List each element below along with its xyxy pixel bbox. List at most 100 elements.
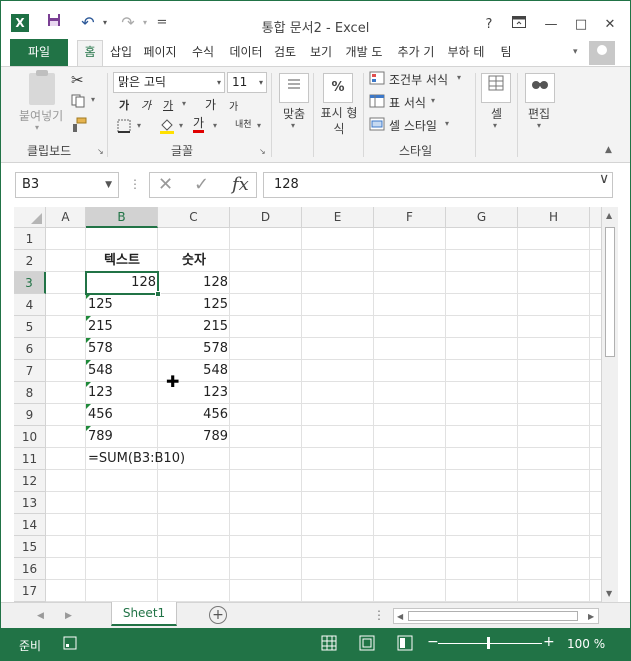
vertical-scroll-thumb[interactable] — [605, 227, 615, 357]
column-header[interactable]: A — [46, 207, 86, 228]
worksheet-grid[interactable]: A B C D E F G H 1 2 3 4 5 6 7 8 9 10 11 12 13 14 15 16 1… — [14, 207, 601, 602]
grid-cell[interactable] — [302, 294, 374, 316]
grid-cell[interactable] — [518, 250, 590, 272]
grid-cell[interactable] — [446, 514, 518, 536]
enter-icon[interactable]: ✓ — [194, 174, 209, 195]
grid-cell[interactable] — [518, 228, 590, 250]
grid-cell[interactable] — [230, 580, 302, 602]
tab-load-test[interactable]: 부하 테 — [443, 41, 489, 66]
tab-home[interactable]: 홈 — [77, 40, 103, 66]
column-header[interactable]: H — [518, 207, 590, 228]
zoom-out-button[interactable]: − — [427, 634, 439, 650]
grid-cell[interactable] — [158, 492, 230, 514]
grid-cell[interactable] — [46, 316, 86, 338]
grid-cell[interactable] — [446, 316, 518, 338]
grid-cell[interactable] — [46, 382, 86, 404]
scroll-up-icon[interactable]: ▲ — [606, 211, 612, 220]
grid-cell[interactable] — [446, 470, 518, 492]
grid-cell[interactable] — [302, 536, 374, 558]
grid-cell[interactable] — [46, 426, 86, 448]
grid-cell[interactable] — [518, 536, 590, 558]
maximize-button[interactable]: □ — [569, 15, 593, 35]
grow-font-button[interactable]: 가 — [205, 96, 216, 113]
cell-c10[interactable]: 789 — [158, 426, 230, 448]
grid-cell[interactable] — [46, 448, 86, 470]
grid-cell[interactable] — [302, 272, 374, 294]
column-header[interactable] — [590, 207, 601, 228]
grid-cell[interactable] — [590, 580, 601, 602]
grid-cell[interactable] — [230, 536, 302, 558]
grid-cell[interactable] — [518, 382, 590, 404]
grid-cell[interactable] — [518, 514, 590, 536]
zoom-slider-thumb[interactable] — [487, 637, 490, 649]
normal-view-icon[interactable] — [321, 635, 337, 654]
grid-cell[interactable] — [374, 492, 446, 514]
grid-cell[interactable] — [446, 404, 518, 426]
insert-function-icon[interactable]: fx — [232, 174, 249, 195]
grid-cell[interactable] — [590, 536, 601, 558]
grid-cell[interactable] — [374, 294, 446, 316]
italic-button[interactable]: 가 — [141, 97, 151, 113]
grid-cell[interactable] — [590, 492, 601, 514]
zoom-level[interactable]: 100 % — [567, 637, 605, 651]
grid-cell[interactable] — [230, 514, 302, 536]
grid-cell[interactable] — [302, 360, 374, 382]
cell-b8[interactable]: 123 — [86, 382, 158, 404]
grid-cell[interactable] — [374, 448, 446, 470]
cell-styles-icon[interactable] — [369, 117, 385, 134]
clipboard-launcher-icon[interactable]: ↘ — [97, 147, 104, 156]
column-header[interactable]: D — [230, 207, 302, 228]
grid-cell[interactable] — [302, 250, 374, 272]
grid-cell[interactable] — [230, 558, 302, 580]
grid-cell[interactable] — [302, 448, 374, 470]
cell-b10[interactable]: 789 — [86, 426, 158, 448]
scroll-right-icon[interactable]: ▶ — [588, 612, 594, 621]
grid-cell[interactable] — [374, 250, 446, 272]
column-header[interactable]: C — [158, 207, 230, 228]
tab-data[interactable]: 데이터 — [225, 41, 267, 66]
grid-cell[interactable] — [446, 382, 518, 404]
editing-dropdown-icon[interactable]: ▾ — [537, 121, 541, 130]
grid-cell[interactable] — [518, 492, 590, 514]
cell-c9[interactable]: 456 — [158, 404, 230, 426]
page-layout-view-icon[interactable] — [359, 635, 375, 654]
grid-cell[interactable] — [230, 228, 302, 250]
collapse-ribbon-icon[interactable]: ▲ — [605, 145, 612, 155]
grid-cell[interactable] — [302, 228, 374, 250]
sheet-next-icon[interactable]: ▶ — [65, 611, 72, 621]
phonetic-dropdown-icon[interactable]: ▾ — [257, 121, 261, 130]
grid-cell[interactable] — [518, 272, 590, 294]
fill-color-icon[interactable] — [159, 117, 175, 138]
percent-icon[interactable]: % — [323, 73, 353, 103]
grid-cell[interactable] — [590, 426, 601, 448]
grid-cell[interactable] — [230, 470, 302, 492]
grid-cell[interactable] — [518, 360, 590, 382]
grid-cell[interactable] — [374, 338, 446, 360]
grid-cell[interactable] — [46, 470, 86, 492]
grid-cell[interactable] — [46, 558, 86, 580]
column-header[interactable]: F — [374, 207, 446, 228]
grid-cell[interactable] — [86, 492, 158, 514]
cell-styles-button[interactable]: 셀 스타일 — [389, 117, 437, 134]
grid-cell[interactable] — [590, 250, 601, 272]
row-header[interactable]: 1 — [14, 228, 46, 250]
grid-cell[interactable] — [590, 558, 601, 580]
alignment-dropdown-icon[interactable]: ▾ — [291, 121, 295, 130]
grid-cell[interactable] — [230, 448, 302, 470]
grid-cell[interactable] — [46, 580, 86, 602]
cell-styles-dropdown-icon[interactable]: ▾ — [445, 119, 449, 128]
grid-cell[interactable] — [302, 426, 374, 448]
grid-cell[interactable] — [302, 316, 374, 338]
borders-dropdown-icon[interactable]: ▾ — [137, 121, 141, 130]
grid-cell[interactable] — [446, 272, 518, 294]
borders-icon[interactable] — [117, 119, 131, 136]
expand-formula-bar-icon[interactable]: ∨ — [599, 171, 609, 187]
grid-cell[interactable] — [230, 316, 302, 338]
tab-review[interactable]: 검토 — [271, 41, 299, 66]
zoom-slider[interactable] — [438, 643, 542, 644]
grid-cell[interactable] — [518, 470, 590, 492]
grid-cell[interactable] — [46, 492, 86, 514]
tab-page-layout[interactable]: 페이지 — [139, 41, 181, 66]
conditional-formatting-button[interactable]: 조건부 서식 — [389, 71, 448, 88]
number-format-button[interactable]: 표시 형식 — [319, 105, 359, 137]
